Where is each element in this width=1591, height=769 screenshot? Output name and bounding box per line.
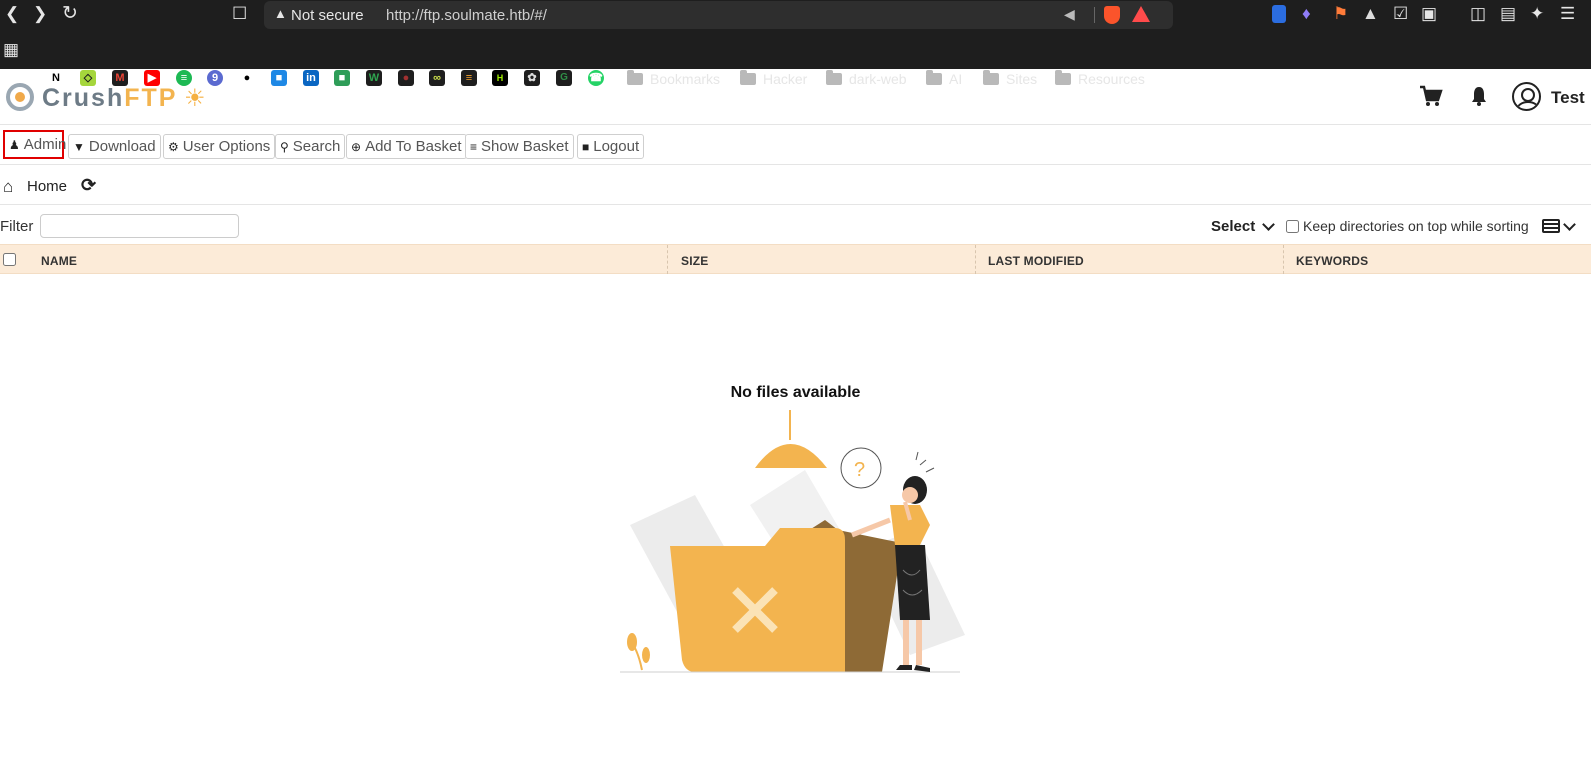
user-avatar-icon[interactable] bbox=[1512, 82, 1541, 111]
list-view-icon[interactable] bbox=[1542, 219, 1560, 233]
refresh-icon[interactable]: ⟳ bbox=[81, 175, 96, 196]
filter-input[interactable] bbox=[40, 214, 239, 238]
user-icon: ♟ bbox=[9, 137, 20, 152]
filter-label: Filter bbox=[0, 218, 34, 235]
chevron-down-icon bbox=[1262, 217, 1276, 231]
brave-shields-icon[interactable] bbox=[1104, 6, 1120, 24]
theme-toggle-sun-icon[interactable]: ☀ bbox=[184, 84, 206, 113]
svg-text:?: ? bbox=[854, 459, 865, 481]
logo: CrushFTP bbox=[42, 84, 177, 113]
bookmarks-bar: ▦ N ◇ M ▶ ≡ 9 ● ■ in ■ W ● ∞ ≡ H ✿ G ☎ B… bbox=[0, 30, 1591, 87]
bookmark-page-icon[interactable]: ☐ bbox=[232, 4, 247, 24]
breadcrumb-home[interactable]: Home bbox=[27, 178, 67, 195]
show-basket-label: Show Basket bbox=[481, 138, 569, 155]
security-label: Not secure bbox=[291, 7, 364, 24]
back-icon[interactable]: ❮ bbox=[5, 4, 19, 24]
keep-directories-checkbox[interactable] bbox=[1286, 219, 1299, 233]
add-to-basket-button[interactable]: ⊕ Add To Basket bbox=[346, 134, 467, 159]
home-icon[interactable]: ⌂ bbox=[3, 177, 13, 197]
user-options-button[interactable]: ⚙ User Options bbox=[163, 134, 276, 159]
admin-button[interactable]: ♟ Admin bbox=[3, 130, 67, 159]
keep-directories-option[interactable]: Keep directories on top while sorting bbox=[1286, 218, 1529, 234]
column-divider bbox=[1283, 245, 1284, 274]
wallet-icon[interactable]: ▤ bbox=[1500, 4, 1516, 24]
app-header: CrushFTP ☀ Test bbox=[0, 69, 1591, 125]
column-header-name[interactable]: NAME bbox=[41, 254, 77, 268]
extension-icon[interactable]: ⚑ bbox=[1333, 4, 1348, 24]
select-dropdown[interactable]: Select bbox=[1211, 217, 1276, 235]
file-table-header: NAME SIZE LAST MODIFIED KEYWORDS bbox=[0, 244, 1591, 274]
show-basket-button[interactable]: ≡ Show Basket bbox=[465, 134, 574, 159]
action-toolbar: ♟ Admin ▼ Download ⚙ User Options ⚲ Sear… bbox=[0, 125, 1591, 165]
warning-icon: ▲ bbox=[274, 6, 287, 21]
search-label: Search bbox=[292, 138, 341, 155]
menu-icon[interactable]: ☰ bbox=[1560, 4, 1575, 24]
bell-icon[interactable] bbox=[1471, 85, 1487, 107]
empty-state-message: No files available bbox=[730, 384, 861, 401]
column-divider bbox=[667, 245, 668, 274]
leo-ai-icon[interactable]: ✦ bbox=[1530, 4, 1544, 24]
extension-icon[interactable]: ♦ bbox=[1302, 4, 1311, 24]
select-label: Select bbox=[1211, 218, 1256, 235]
add-to-basket-label: Add To Basket bbox=[365, 138, 462, 155]
logo-crush: Crush bbox=[42, 84, 125, 112]
extension-icon[interactable]: ▲ bbox=[1362, 4, 1379, 24]
keep-directories-label: Keep directories on top while sorting bbox=[1303, 218, 1529, 234]
column-header-last-modified[interactable]: LAST MODIFIED bbox=[988, 254, 1084, 268]
sidebar-icon[interactable]: ◫ bbox=[1470, 4, 1486, 24]
puzzle-extensions-icon[interactable]: ☑ bbox=[1393, 4, 1408, 24]
logout-label: Logout bbox=[593, 138, 640, 155]
address-bar[interactable]: ▲ Not secure http://ftp.soulmate.htb/#/ … bbox=[264, 1, 1173, 29]
breadcrumb: ⌂ Home ⟳ bbox=[0, 166, 1591, 205]
empty-folder-illustration: ? bbox=[620, 410, 965, 673]
brave-rewards-icon[interactable] bbox=[1132, 6, 1150, 22]
logo-ftp: FTP bbox=[124, 84, 178, 112]
admin-label: Admin bbox=[23, 136, 67, 153]
screenshot-icon[interactable]: ▣ bbox=[1421, 4, 1437, 24]
username[interactable]: Test bbox=[1551, 88, 1585, 108]
search-button[interactable]: ⚲ Search bbox=[275, 134, 346, 159]
reload-icon[interactable]: ↻ bbox=[62, 4, 78, 24]
select-all-checkbox[interactable] bbox=[3, 253, 16, 266]
list-icon: ≡ bbox=[470, 139, 478, 154]
download-label: Download bbox=[88, 138, 156, 155]
column-header-size[interactable]: SIZE bbox=[681, 254, 708, 268]
search-icon: ⚲ bbox=[280, 139, 289, 154]
bitwarden-extension-icon[interactable] bbox=[1272, 5, 1286, 23]
column-divider bbox=[975, 245, 976, 274]
logout-button[interactable]: ■ Logout bbox=[577, 134, 645, 159]
browser-toolbar: ❮ ❯ ↻ ☐ ▲ Not secure http://ftp.soulmate… bbox=[0, 0, 1591, 30]
apps-grid-icon[interactable]: ▦ bbox=[3, 40, 19, 60]
divider bbox=[1094, 7, 1095, 23]
unlock-icon: ■ bbox=[582, 139, 590, 154]
download-icon: ▼ bbox=[73, 139, 85, 154]
plus-circle-icon: ⊕ bbox=[351, 139, 362, 154]
share-icon[interactable]: ◀ bbox=[1064, 6, 1075, 23]
view-mode-chevron[interactable] bbox=[1563, 216, 1576, 233]
chevron-down-icon bbox=[1563, 218, 1576, 231]
url-text[interactable]: http://ftp.soulmate.htb/#/ bbox=[386, 7, 547, 24]
gear-icon: ⚙ bbox=[168, 139, 179, 154]
forward-icon[interactable]: ❯ bbox=[33, 4, 47, 24]
user-options-label: User Options bbox=[182, 138, 271, 155]
cart-icon[interactable] bbox=[1419, 83, 1443, 109]
download-button[interactable]: ▼ Download bbox=[68, 134, 161, 159]
crushftp-logo-icon bbox=[6, 83, 34, 111]
column-header-keywords[interactable]: KEYWORDS bbox=[1296, 254, 1368, 268]
